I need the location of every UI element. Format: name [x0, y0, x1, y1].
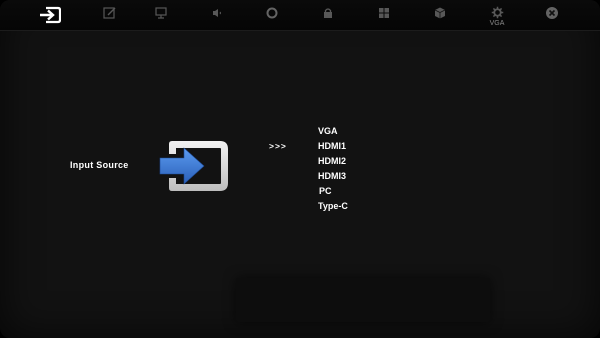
source-option-hdmi3[interactable]: HDMI3 [318, 170, 348, 185]
source-option-hdmi2[interactable]: HDMI2 [318, 155, 348, 170]
page-title: Input Source [70, 160, 129, 170]
grid-icon [379, 8, 389, 18]
tab-power[interactable] [418, 0, 462, 30]
tab-picture[interactable] [88, 0, 132, 30]
source-option-pc[interactable]: PC [318, 185, 348, 200]
close-icon [546, 7, 558, 19]
edit-icon [103, 7, 116, 19]
tab-audio[interactable] [195, 0, 239, 30]
input-source-icon [40, 6, 61, 24]
gear-icon [491, 6, 503, 19]
info-panel [236, 278, 490, 322]
circle-icon [266, 7, 278, 19]
cube-icon [434, 7, 446, 19]
input-source-large-icon [159, 141, 228, 191]
tab-settings[interactable]: VGA [475, 0, 519, 30]
tab-display[interactable] [139, 0, 183, 30]
tab-input-source[interactable] [28, 0, 72, 30]
speaker-icon [213, 9, 221, 17]
tab-color[interactable] [250, 0, 294, 30]
settings-tab-label: VGA [489, 20, 505, 27]
source-option-hdmi1[interactable]: HDMI1 [318, 140, 348, 155]
tab-layout[interactable] [362, 0, 406, 30]
osd-menu: VGA Input Source >>> VGA HDMI1 HDMI2 HDM… [0, 0, 600, 338]
tab-lock[interactable] [306, 0, 350, 30]
lock-icon [324, 8, 332, 18]
source-option-type-c[interactable]: Type-C [318, 200, 348, 215]
tab-close[interactable] [530, 0, 574, 30]
top-menu-bar: VGA [0, 0, 600, 31]
selection-indicator: >>> [269, 141, 287, 151]
input-source-list: VGA HDMI1 HDMI2 HDMI3 PC Type-C [318, 125, 348, 215]
monitor-icon [155, 7, 167, 19]
source-option-vga[interactable]: VGA [318, 125, 348, 140]
